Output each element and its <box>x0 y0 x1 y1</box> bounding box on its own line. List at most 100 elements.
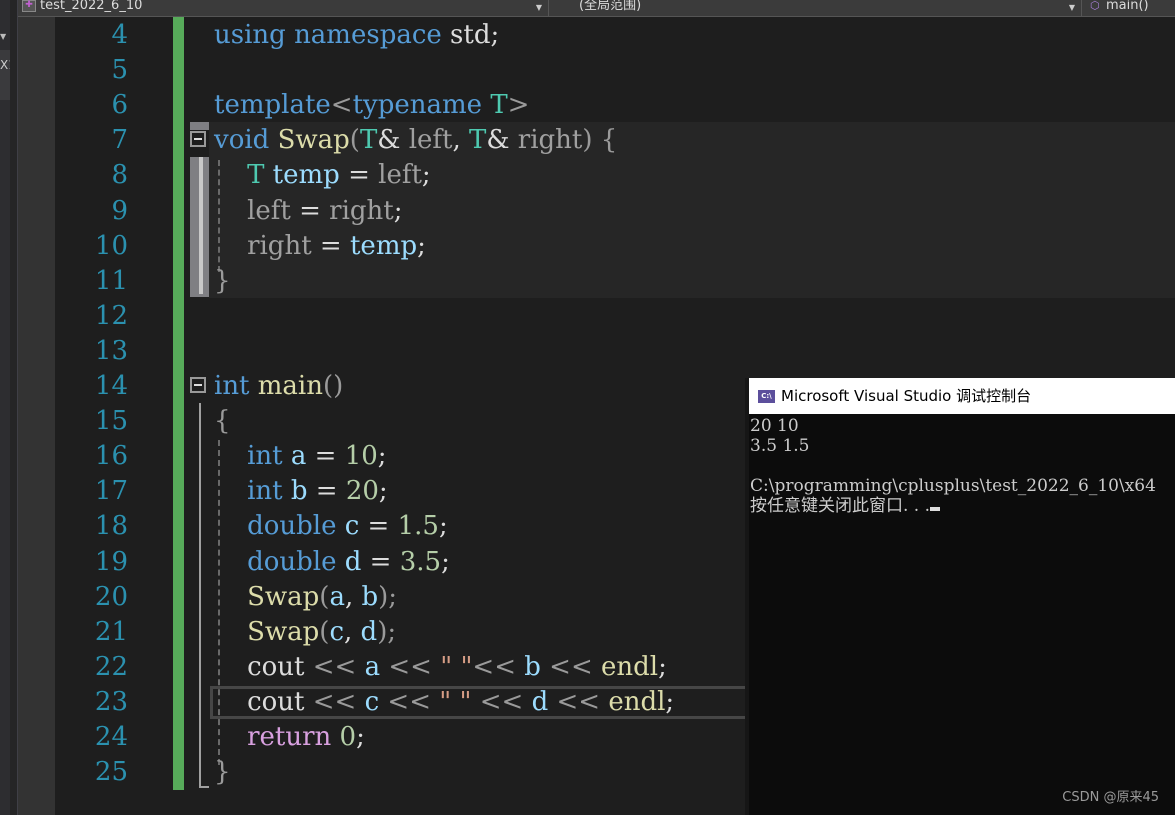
code-token: > <box>507 90 530 121</box>
code-token: right <box>247 230 312 261</box>
code-line[interactable]: using namespace std; <box>214 18 499 53</box>
code-line[interactable]: int main() <box>214 369 343 404</box>
code-token: " " <box>440 651 473 682</box>
indicator-margin <box>18 17 55 815</box>
code-line[interactable]: int a = 10; <box>214 439 387 474</box>
code-token: temp <box>349 230 418 261</box>
fold-rail-end <box>199 786 209 788</box>
code-token: , <box>344 616 361 647</box>
project-dropdown[interactable]: ✚ test_2022_6_10 ▼ <box>18 0 549 16</box>
code-token: , <box>344 581 362 612</box>
code-line[interactable]: Swap(a, b); <box>214 580 397 615</box>
code-token: T <box>490 90 508 121</box>
code-line[interactable]: left = right; <box>214 194 402 229</box>
debug-console-window[interactable]: C:\ Microsoft Visual Studio 调试控制台 20 10 3.… <box>749 378 1175 815</box>
code-token: double <box>247 511 337 542</box>
code-line[interactable]: template<typename T> <box>214 88 529 123</box>
line-number: 21 <box>94 616 128 647</box>
line-number: 11 <box>94 265 128 296</box>
code-token: ) { <box>582 125 618 156</box>
code-token: typename <box>352 90 483 121</box>
code-token: < <box>330 90 353 121</box>
code-line[interactable]: double d = 3.5; <box>214 545 450 580</box>
chevron-down-icon: ▼ <box>535 3 542 12</box>
scope-dropdown[interactable]: (全局范围) ▼ <box>551 0 1082 16</box>
code-token: endl <box>608 686 666 717</box>
console-line: 按任意键关闭此窗口. . . <box>750 496 1156 516</box>
code-token: namespace <box>294 20 442 50</box>
panel-separator <box>10 0 18 815</box>
code-line[interactable]: } <box>214 755 231 790</box>
change-tracking-bar <box>173 17 184 790</box>
member-dropdown[interactable]: ⬡ main() <box>1086 0 1175 16</box>
code-token: 3.5 <box>399 546 442 577</box>
code-token: c <box>364 686 380 717</box>
code-line[interactable]: { <box>214 404 231 439</box>
code-token: ; <box>377 441 387 472</box>
code-token: = <box>359 511 398 542</box>
code-token: d <box>344 546 362 577</box>
code-token: std; <box>441 20 500 50</box>
code-token: & <box>377 125 409 156</box>
text-cursor <box>930 507 941 511</box>
code-token: c <box>329 616 344 647</box>
line-number: 6 <box>111 90 128 121</box>
code-token: left <box>408 125 453 156</box>
code-token: cout <box>247 686 305 717</box>
code-token: } <box>214 265 231 296</box>
code-token: ; <box>356 722 365 752</box>
code-line[interactable]: int b = 20; <box>214 474 388 509</box>
code-token: Swap <box>277 125 350 156</box>
code-token: main <box>257 371 323 401</box>
collapse-main-icon[interactable] <box>190 377 206 393</box>
collapse-swap-icon[interactable] <box>190 131 206 147</box>
code-token: ; <box>441 546 450 577</box>
code-line[interactable]: right = temp; <box>214 229 426 264</box>
code-token: a <box>290 441 307 472</box>
code-token: right <box>329 195 394 226</box>
code-token: T <box>469 125 487 156</box>
code-token: = <box>361 546 400 577</box>
console-title-bar[interactable]: C:\ Microsoft Visual Studio 调试控制台 <box>749 378 1175 414</box>
code-line[interactable]: return 0; <box>214 720 365 755</box>
code-line[interactable]: cout << c << " " << d << endl; <box>214 685 674 720</box>
code-token: right <box>517 125 583 156</box>
code-token: << <box>380 651 441 682</box>
member-dropdown-label: main() <box>1106 0 1149 13</box>
line-number: 12 <box>94 300 128 331</box>
code-token: T <box>247 160 265 191</box>
code-line[interactable]: Swap(c, d); <box>214 615 396 650</box>
fold-rail-line <box>199 403 201 787</box>
code-line[interactable]: } <box>214 264 231 299</box>
console-line: 20 10 <box>750 416 799 436</box>
console-line: C:\programming\cplusplus\test_2022_6_10\… <box>750 476 1156 496</box>
line-number: 23 <box>94 686 128 717</box>
code-line[interactable]: void Swap(T& left, T& right) { <box>214 123 617 158</box>
line-number: 25 <box>94 757 128 788</box>
line-number: 15 <box>94 406 128 437</box>
left-panel-strip: ▼ X1 <box>0 0 16 815</box>
line-number: 17 <box>94 476 128 507</box>
code-token: << <box>471 686 532 717</box>
chevron-down-icon[interactable]: ▼ <box>0 32 6 41</box>
code-line[interactable]: T temp = left; <box>214 158 431 193</box>
code-line[interactable]: cout << a << " "<< b << endl; <box>214 650 667 685</box>
line-number: 24 <box>94 722 128 752</box>
code-token: = <box>290 195 330 226</box>
code-token: a <box>364 651 381 682</box>
code-line[interactable]: double c = 1.5; <box>214 509 448 544</box>
watermark: CSDN @原来45 <box>1062 790 1159 805</box>
code-token: 0 <box>339 722 357 752</box>
